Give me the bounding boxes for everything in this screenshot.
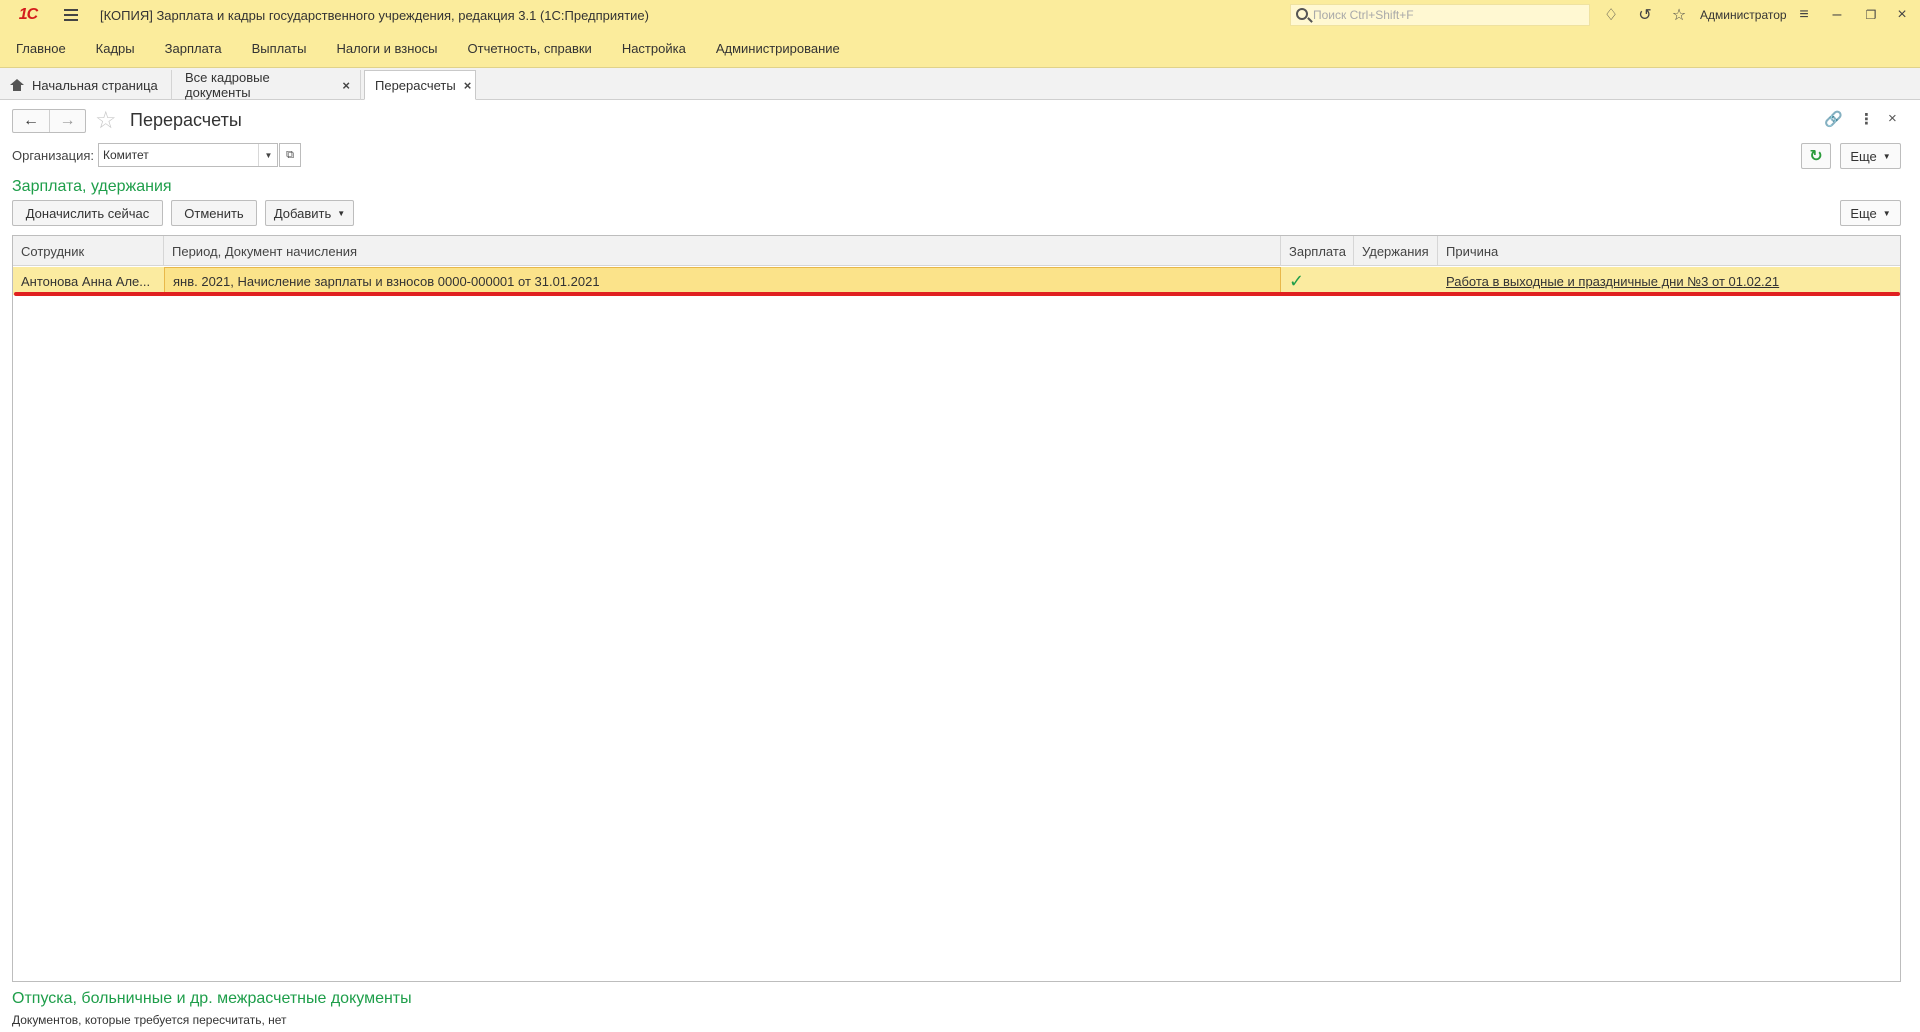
refresh-button[interactable]: ↻ <box>1801 143 1831 169</box>
close-tab-icon[interactable]: × <box>342 78 350 93</box>
more-actions-icon[interactable]: ⋮ <box>1859 110 1874 128</box>
interim-documents-status: Документов, которые требуется пересчитат… <box>12 1013 287 1027</box>
cell-period-document[interactable]: янв. 2021, Начисление зарплаты и взносов… <box>164 267 1281 295</box>
open-organization-icon[interactable]: ⧉ <box>279 143 301 167</box>
tab-home[interactable]: Начальная страница <box>0 70 172 100</box>
more-button-top[interactable]: Еще ▼ <box>1840 143 1901 169</box>
link-icon[interactable]: 🔗 <box>1824 110 1843 128</box>
add-to-favorites-icon[interactable]: ☆ <box>95 106 117 135</box>
search-input[interactable]: Поиск Ctrl+Shift+F <box>1290 4 1590 26</box>
back-arrow-icon[interactable]: ← <box>13 110 49 132</box>
section-menu-bar: Главное Кадры Зарплата Выплаты Налоги и … <box>0 30 1920 68</box>
organization-field[interactable]: Комитет <box>98 143 278 167</box>
title-bar: 1C [КОПИЯ] Зарплата и кадры государствен… <box>0 0 1920 30</box>
main-menu-icon[interactable] <box>64 0 86 30</box>
bell-icon[interactable]: ♢ <box>1600 4 1622 26</box>
forward-arrow-icon[interactable]: → <box>49 110 85 132</box>
open-tabs-bar: Начальная страница Все кадровые документ… <box>0 68 1920 100</box>
menu-item-settings[interactable]: Настройка <box>622 41 686 56</box>
column-header-salary[interactable]: Зарплата <box>1281 236 1354 266</box>
menu-item-main[interactable]: Главное <box>16 41 66 56</box>
chevron-down-icon: ▼ <box>1882 151 1891 161</box>
cancel-button[interactable]: Отменить <box>171 200 257 226</box>
section-title-interim-documents: Отпуска, больничные и др. межрасчетные д… <box>12 990 412 1007</box>
section-title-salary: Зарплата, удержания <box>12 178 172 195</box>
cell-deductions[interactable] <box>1354 267 1438 295</box>
tab-all-hr-documents[interactable]: Все кадровые документы × <box>175 70 361 100</box>
chevron-down-icon: ▼ <box>1882 208 1891 218</box>
table-header: Сотрудник Период, Документ начисления За… <box>13 236 1900 266</box>
app-logo[interactable]: 1C <box>10 0 46 30</box>
minimize-icon[interactable]: – <box>1826 4 1848 26</box>
settings-menu-icon[interactable]: ≡ <box>1793 4 1815 26</box>
table-row[interactable]: Антонова Анна Але... янв. 2021, Начислен… <box>13 267 1900 295</box>
user-name[interactable]: Администратор <box>1700 8 1787 22</box>
add-button[interactable]: Добавить ▼ <box>265 200 354 226</box>
column-header-period-document[interactable]: Период, Документ начисления <box>164 236 1281 266</box>
search-icon <box>1296 8 1308 20</box>
cell-employee[interactable]: Антонова Анна Але... <box>13 267 164 295</box>
history-icon[interactable]: ↺ <box>1634 4 1656 26</box>
recalculation-table[interactable]: Сотрудник Период, Документ начисления За… <box>12 235 1901 982</box>
reason-document-link[interactable]: Работа в выходные и праздничные дни №3 о… <box>1446 274 1779 289</box>
chevron-down-icon: ▼ <box>337 208 346 218</box>
page-title: Перерасчеты <box>130 110 242 130</box>
dropdown-icon[interactable]: ▼ <box>258 144 278 166</box>
menu-item-hr[interactable]: Кадры <box>96 41 135 56</box>
history-nav: ← → <box>12 109 86 133</box>
window-title: [КОПИЯ] Зарплата и кадры государственног… <box>100 7 649 23</box>
close-window-icon[interactable]: × <box>1891 4 1913 26</box>
menu-item-payments[interactable]: Выплаты <box>252 41 307 56</box>
restore-icon[interactable]: ❐ <box>1860 4 1882 26</box>
column-header-employee[interactable]: Сотрудник <box>13 236 164 266</box>
home-icon <box>10 79 24 91</box>
close-tab-icon[interactable]: × <box>464 78 472 93</box>
tab-recalculations[interactable]: Перерасчеты × <box>364 70 476 100</box>
menu-item-reports[interactable]: Отчетность, справки <box>468 41 592 56</box>
checkmark-icon: ✓ <box>1289 270 1305 291</box>
more-button-table[interactable]: Еще ▼ <box>1840 200 1901 226</box>
column-header-reason[interactable]: Причина <box>1438 236 1900 266</box>
menu-item-salary[interactable]: Зарплата <box>165 41 222 56</box>
accrue-now-button[interactable]: Доначислить сейчас <box>12 200 163 226</box>
favorites-star-icon[interactable]: ☆ <box>1668 4 1690 26</box>
column-header-deductions[interactable]: Удержания <box>1354 236 1438 266</box>
cell-salary[interactable]: ✓ <box>1281 267 1354 295</box>
menu-item-taxes[interactable]: Налоги и взносы <box>336 41 437 56</box>
organization-label: Организация: <box>12 148 95 163</box>
annotation-underline <box>14 292 1900 296</box>
close-form-icon[interactable]: × <box>1888 110 1897 127</box>
menu-item-admin[interactable]: Администрирование <box>716 41 840 56</box>
cell-reason[interactable]: Работа в выходные и праздничные дни №3 о… <box>1438 267 1900 295</box>
